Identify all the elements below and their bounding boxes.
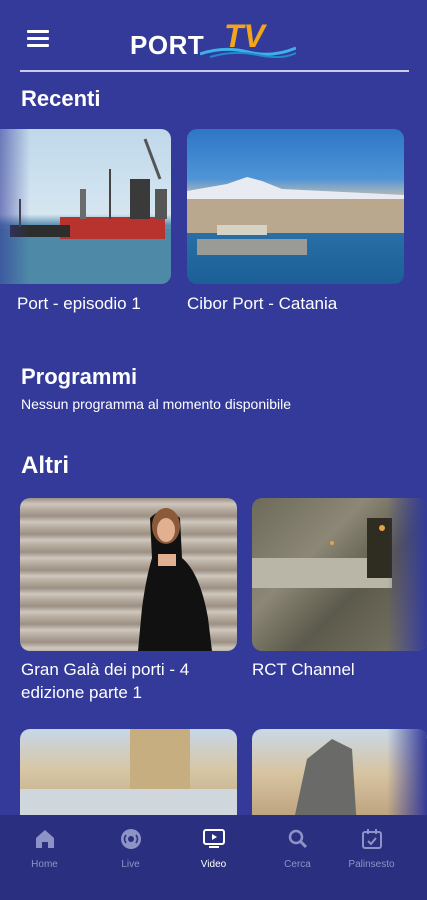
menu-icon[interactable] — [27, 30, 51, 50]
app-logo: PORT TV — [130, 18, 300, 60]
section-title-altri: Altri — [21, 452, 69, 479]
nav-live[interactable]: Live — [88, 815, 173, 900]
section-title-programmi: Programmi — [21, 364, 138, 389]
recent-card-thumbnail[interactable] — [187, 129, 404, 284]
nav-video[interactable]: Video — [171, 815, 256, 900]
nav-label: Video — [200, 859, 227, 870]
header-divider — [20, 70, 409, 72]
other-card-title[interactable]: RCT Channel — [252, 658, 355, 681]
other-card-thumbnail[interactable] — [20, 729, 237, 829]
other-card-thumbnail[interactable] — [252, 498, 427, 651]
nav-home[interactable]: Home — [2, 815, 87, 900]
nav-label: Home — [31, 859, 58, 870]
empty-state-message: Nessun programma al momento disponibile — [21, 396, 292, 412]
nav-schedule[interactable]: Palinsesto — [329, 815, 414, 900]
recent-card-title[interactable]: Port - episodio 1 — [17, 292, 141, 315]
live-icon — [121, 829, 141, 849]
other-card-title[interactable]: Gran Galà dei porti - 4 edizione parte 1 — [21, 658, 241, 704]
app-header: PORT TV — [0, 0, 427, 72]
other-card-thumbnail[interactable] — [252, 729, 427, 829]
section-title-recenti: Recenti — [21, 86, 101, 111]
nav-label: Live — [121, 859, 140, 870]
recent-card-thumbnail[interactable] — [0, 129, 171, 284]
bottom-navigation: Home Live Video Cerca Palinsesto — [0, 815, 427, 900]
nav-search[interactable]: Cerca — [255, 815, 340, 900]
video-icon — [203, 829, 225, 848]
other-card-thumbnail[interactable] — [20, 498, 237, 651]
calendar-icon — [362, 829, 382, 849]
nav-label: Palinsesto — [348, 859, 395, 870]
home-icon — [36, 830, 54, 848]
search-icon — [288, 829, 308, 849]
nav-label: Cerca — [284, 859, 311, 870]
recent-card-title[interactable]: Cibor Port - Catania — [187, 292, 337, 315]
